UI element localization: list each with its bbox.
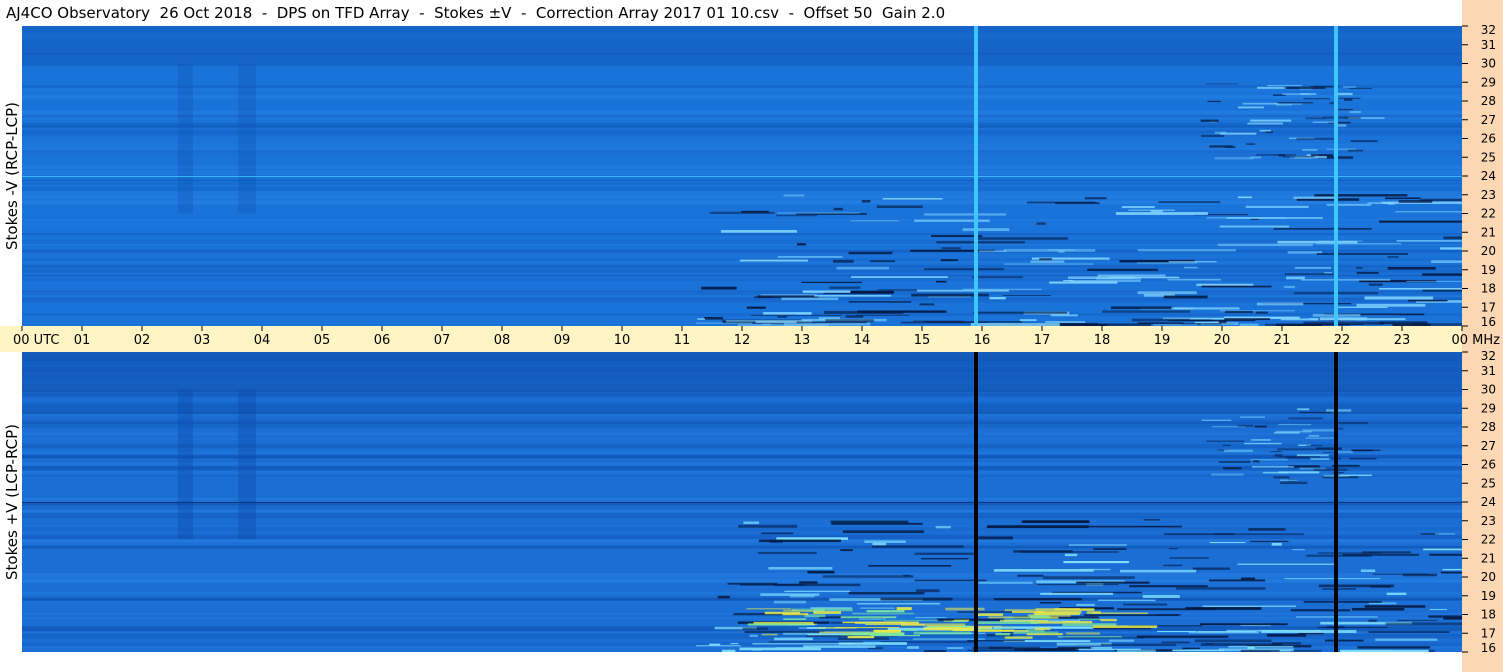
frequency-tick-label: 32 [1481, 349, 1496, 363]
frequency-tick-label: 29 [1481, 401, 1496, 415]
time-tick-label: 22 [1334, 333, 1351, 348]
time-tick-label: 04 [254, 333, 271, 348]
time-tick-label: 09 [554, 333, 571, 348]
time-tick-label: 13 [794, 333, 811, 348]
frequency-tick-label: 19 [1481, 589, 1496, 603]
time-tick-label: 20 [1214, 333, 1231, 348]
frequency-tick-label: 28 [1481, 94, 1496, 108]
frequency-tick-label: 21 [1481, 551, 1496, 565]
frequency-tick-label: 27 [1481, 439, 1496, 453]
time-tick-label: 00 UTC [13, 333, 59, 348]
time-tick-label: 01 [74, 333, 91, 348]
time-tick-label: 15 [914, 333, 931, 348]
time-tick-label: 02 [134, 333, 151, 348]
frequency-tick-label: 28 [1481, 420, 1496, 434]
frequency-tick-label: 21 [1481, 225, 1496, 239]
time-tick-label: 16 [974, 333, 991, 348]
frequency-tick-label: 24 [1481, 169, 1496, 183]
time-tick-label: 03 [194, 333, 211, 348]
frequency-tick-label: 16 [1481, 641, 1496, 655]
frequency-tick-label: 20 [1481, 244, 1496, 258]
time-tick-label: 18 [1094, 333, 1111, 348]
time-tick-label: 11 [674, 333, 691, 348]
frequency-tick-label: 26 [1481, 132, 1496, 146]
frequency-tick-label: 22 [1481, 207, 1496, 221]
time-tick-label: 19 [1154, 333, 1171, 348]
time-tick-label: 07 [434, 333, 451, 348]
frequency-tick-label: 24 [1481, 495, 1496, 509]
frequency-tick-label: 17 [1481, 626, 1496, 640]
frequency-tick-label: 16 [1481, 315, 1496, 329]
frequency-tick-label: 29 [1481, 75, 1496, 89]
frequency-tick-label: 30 [1481, 383, 1496, 397]
frequency-tick-label: 27 [1481, 113, 1496, 127]
frequency-tick-label: 32 [1481, 23, 1496, 37]
time-tick-label: 06 [374, 333, 391, 348]
frequency-tick-label: 19 [1481, 263, 1496, 277]
time-tick-label: 00 MHz [1452, 333, 1501, 348]
frequency-tick-label: 26 [1481, 458, 1496, 472]
frequency-tick-label: 25 [1481, 150, 1496, 164]
axes-overlay: 1617181920212223242526272829303132161718… [13, 23, 1501, 655]
frequency-tick-label: 23 [1481, 514, 1496, 528]
frequency-tick-label: 22 [1481, 533, 1496, 547]
frequency-tick-label: 31 [1481, 38, 1496, 52]
time-tick-label: 10 [614, 333, 631, 348]
time-tick-label: 12 [734, 333, 751, 348]
frequency-tick-label: 20 [1481, 570, 1496, 584]
time-tick-label: 08 [494, 333, 511, 348]
frequency-tick-label: 23 [1481, 188, 1496, 202]
time-tick-label: 14 [854, 333, 871, 348]
frequency-tick-label: 25 [1481, 476, 1496, 490]
frequency-tick-label: 30 [1481, 57, 1496, 71]
frequency-tick-label: 18 [1481, 282, 1496, 296]
frequency-tick-label: 17 [1481, 300, 1496, 314]
frequency-tick-label: 31 [1481, 364, 1496, 378]
time-tick-label: 21 [1274, 333, 1291, 348]
time-tick-label: 17 [1034, 333, 1051, 348]
time-tick-label: 23 [1394, 333, 1411, 348]
frequency-tick-label: 18 [1481, 608, 1496, 622]
time-tick-label: 05 [314, 333, 331, 348]
